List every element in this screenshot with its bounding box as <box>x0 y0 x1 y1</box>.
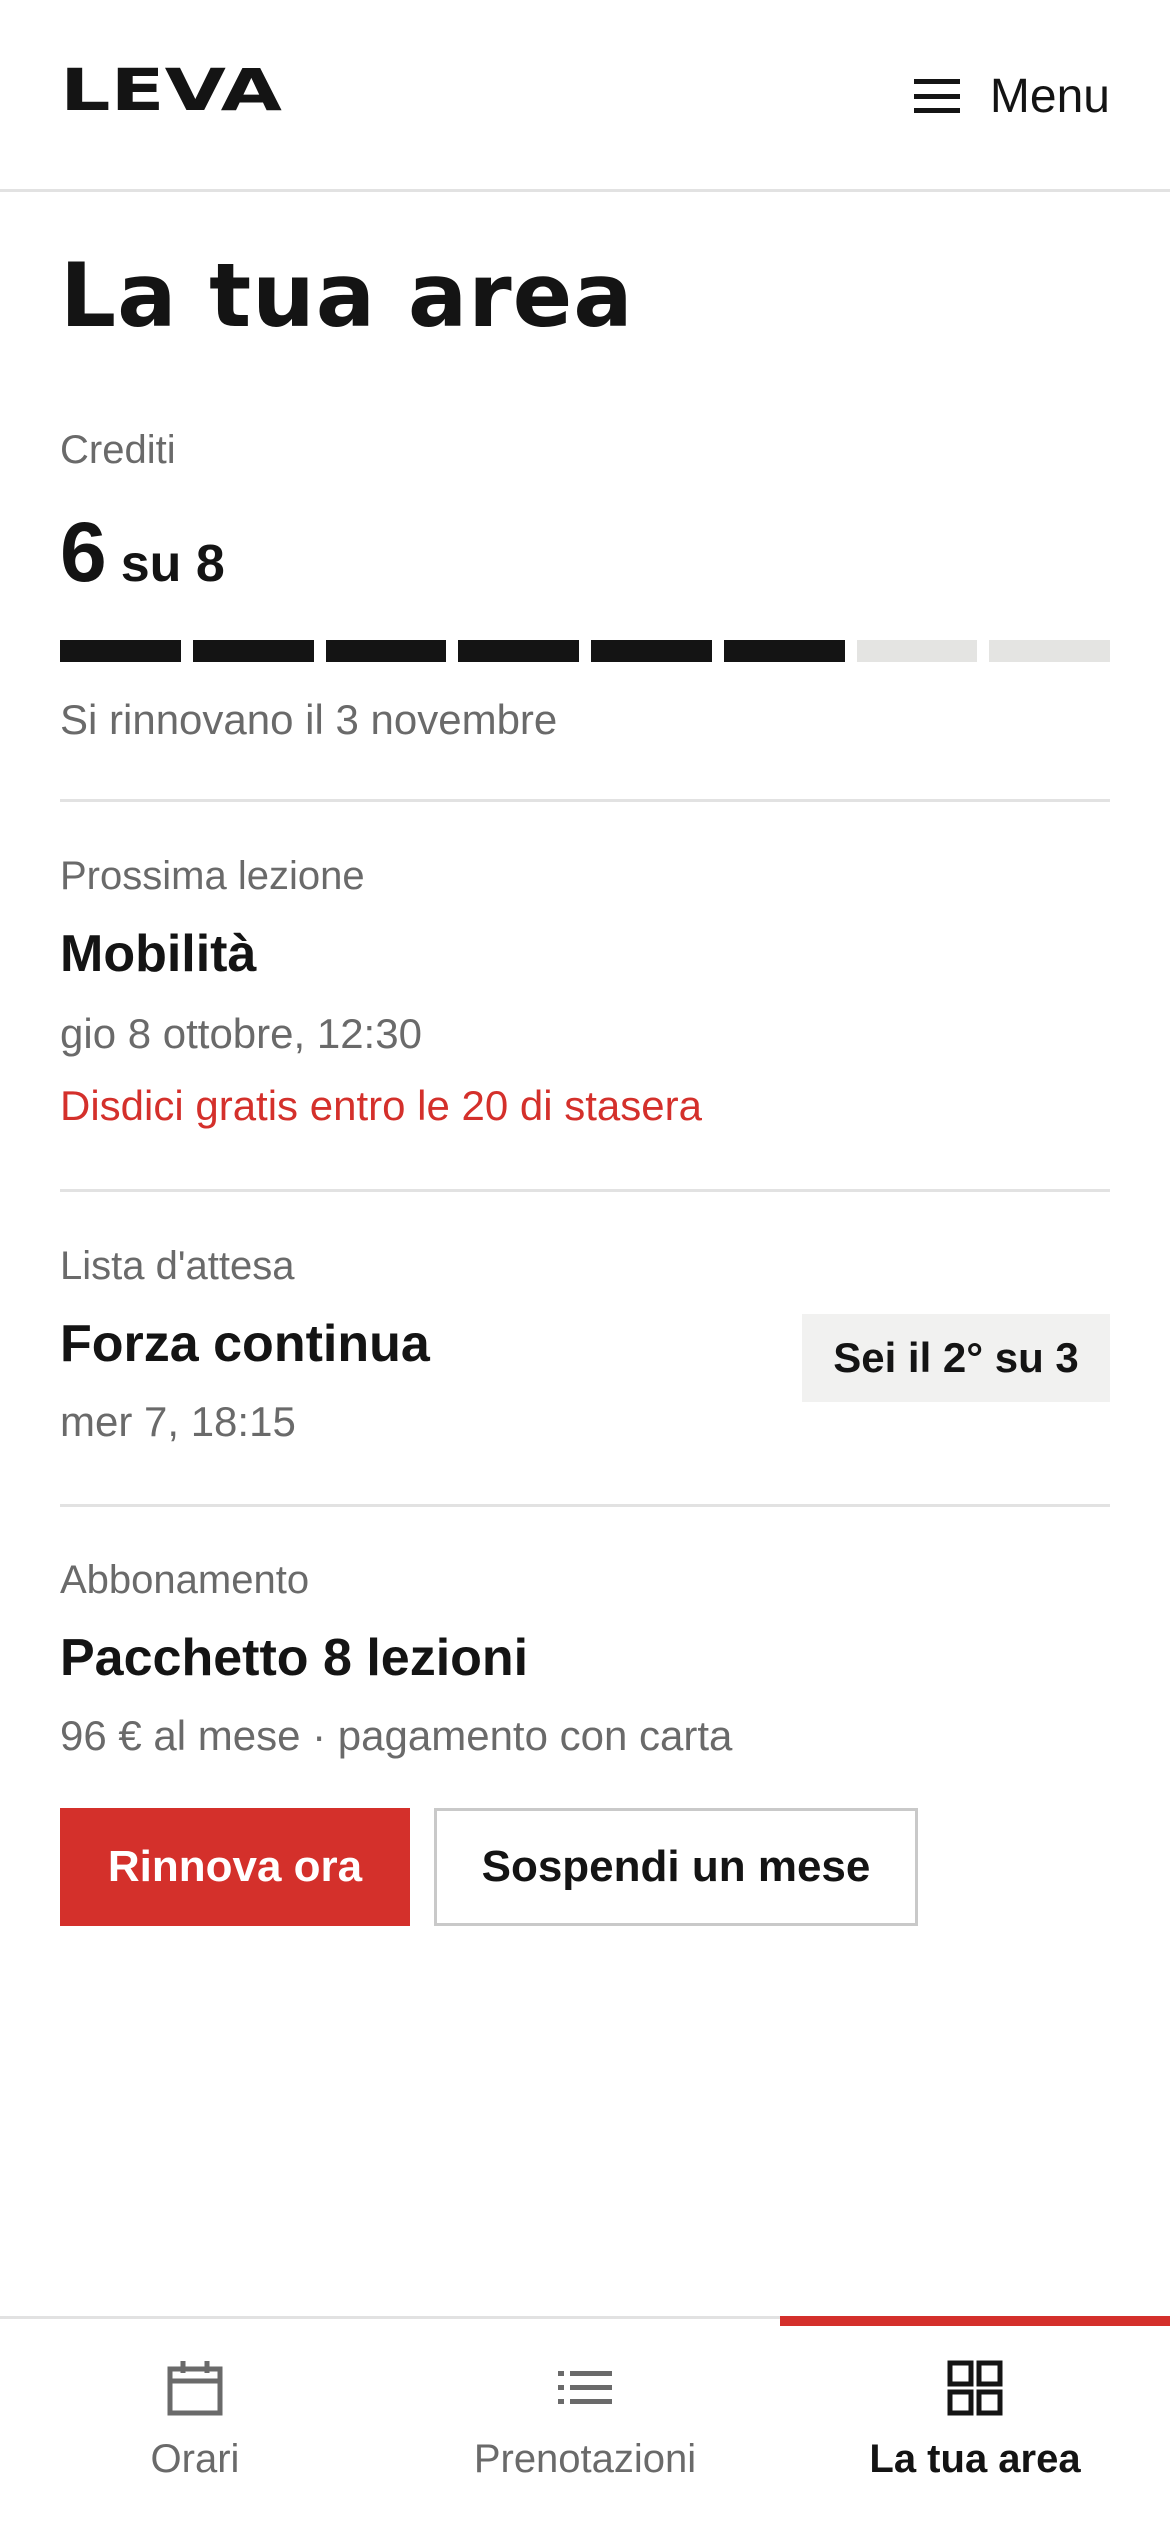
credit-segment-filled <box>591 640 712 662</box>
active-tab-indicator <box>780 2316 1170 2326</box>
credits-progress-bar <box>60 640 1110 662</box>
waitlist-datetime: mer 7, 18:15 <box>60 1398 296 1445</box>
next-lesson-label: Prossima lezione <box>60 854 365 898</box>
credit-segment-filled <box>723 640 845 662</box>
tab-label: Prenotazioni <box>473 2437 697 2481</box>
credits-renew-note: Si rinnovano il 3 novembre <box>60 696 558 743</box>
renew-button[interactable]: Rinnova ora <box>60 1808 410 1926</box>
menu-button[interactable]: Menu <box>913 60 1110 132</box>
page-title: La tua area <box>60 244 634 347</box>
credit-segment-filled <box>60 640 181 662</box>
divider <box>60 799 1110 802</box>
credits-total: su 8 <box>120 535 225 593</box>
tab-label: La tua area <box>869 2437 1081 2481</box>
menu-label: Menu <box>989 69 1110 123</box>
next-lesson-datetime: gio 8 ottobre, 12:30 <box>60 1010 422 1057</box>
leva-logo[interactable]: LEVA <box>60 64 282 120</box>
credit-segment-empty <box>989 640 1110 662</box>
next-lesson-title: Mobilità <box>60 925 257 983</box>
waitlist-position-badge: Sei il 2° su 3 <box>802 1314 1110 1402</box>
tab-prenotazioni[interactable]: Prenotazioni <box>390 2319 780 2532</box>
svg-text:LEVA: LEVA <box>60 64 282 120</box>
divider <box>60 1504 1110 1507</box>
tab-label: Orari <box>150 2437 240 2481</box>
credits-used: 6 <box>60 505 107 599</box>
tab-la-tua-area[interactable]: La tua area <box>780 2316 1170 2532</box>
credit-segment-filled <box>192 640 314 662</box>
cancel-deadline-note: Disdici gratis entro le 20 di stasera <box>60 1082 702 1129</box>
divider <box>60 1189 1110 1192</box>
list-icon <box>558 2371 612 2404</box>
credit-segment-empty <box>856 640 978 662</box>
subscription-label: Abbonamento <box>60 1558 310 1602</box>
hamburger-icon <box>913 79 960 113</box>
app-header: LEVA Menu <box>0 0 1170 192</box>
tab-orari[interactable]: Orari <box>0 2319 390 2532</box>
calendar-icon <box>167 2361 223 2416</box>
waitlist-label: Lista d'attesa <box>60 1244 295 1288</box>
suspend-button[interactable]: Sospendi un mese <box>434 1808 918 1926</box>
credits-count: 6 su 8 <box>60 504 225 601</box>
subscription-details: 96 € al mese · pagamento con carta <box>60 1712 733 1759</box>
credits-label: Crediti <box>60 428 176 472</box>
grid-icon <box>947 2360 1003 2416</box>
subscription-title: Pacchetto 8 lezioni <box>60 1629 529 1687</box>
credit-segment-filled <box>325 640 447 662</box>
waitlist-title: Forza continua <box>60 1315 430 1373</box>
credit-segment-filled <box>458 640 579 662</box>
bottom-tab-bar: Orari Prenotazioni La tua area <box>0 2316 1170 2532</box>
